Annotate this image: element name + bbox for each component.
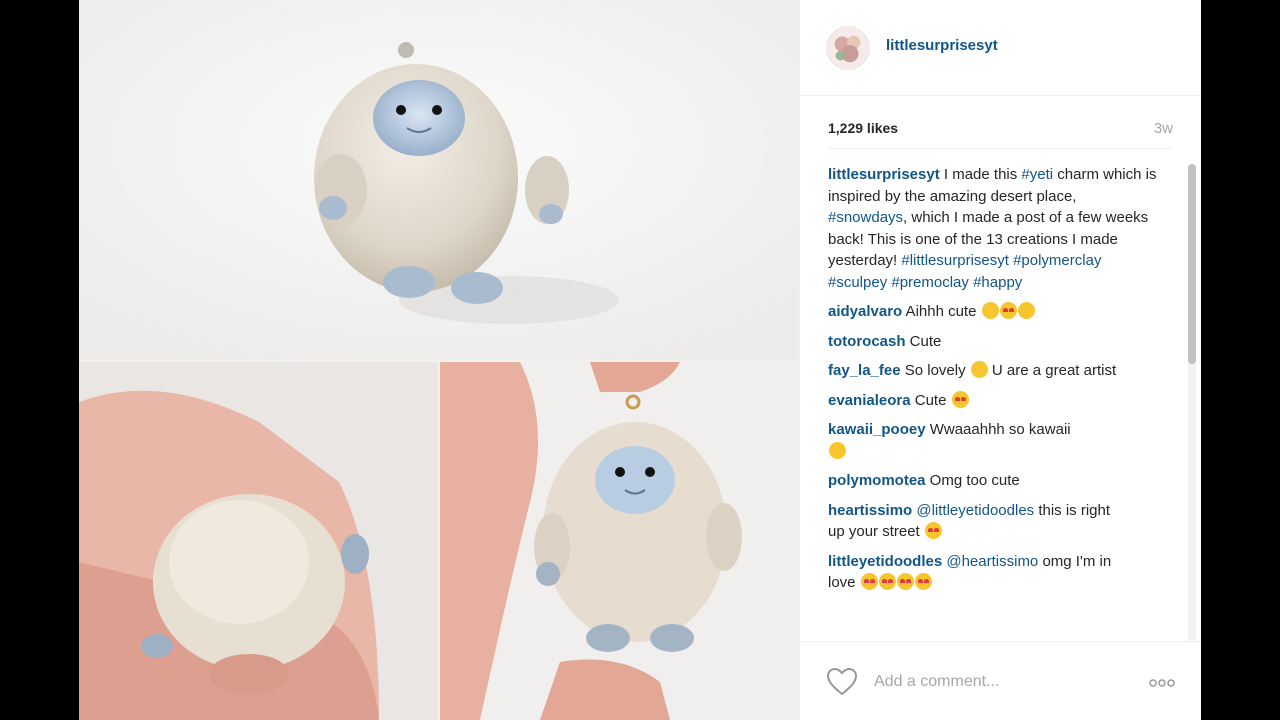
likes-count[interactable]: 1,229 likes (828, 120, 898, 136)
comment-username[interactable]: fay_la_fee (828, 362, 901, 379)
kiss-emoji-icon (999, 302, 1017, 319)
mention-link[interactable]: @heartissimo (946, 553, 1038, 570)
comment-row: heartissimo @littleyetidoodles this is r… (828, 500, 1158, 543)
comment-username[interactable]: evanialeora (828, 392, 911, 409)
post-username[interactable]: littlesurprisesyt (886, 37, 998, 54)
comment-row: evanialeora Cute (828, 390, 1158, 412)
comments-list: littlesurprisesyt I made this #yeti char… (828, 164, 1158, 644)
heart-eyes-emoji-icon (878, 573, 896, 590)
heart-eyes-emoji-icon (951, 390, 969, 408)
instagram-post-frame: littlesurprisesyt 1,229 likes 3w littles… (79, 0, 1201, 720)
hashtag-link[interactable]: #yeti (1021, 166, 1053, 183)
avatar[interactable] (826, 26, 870, 70)
hashtag-link[interactable]: #snowdays (828, 209, 903, 226)
smile-emoji-icon (970, 361, 988, 378)
post-header: littlesurprisesyt (800, 0, 1201, 96)
scroll-thumb[interactable] (1188, 164, 1196, 364)
comment-username[interactable]: aidyalvaro (828, 303, 902, 320)
heart-eyes-emoji-icon (896, 573, 914, 590)
yeti-photo-top-view[interactable] (79, 362, 438, 720)
comment-row: totorocash Cute (828, 331, 1158, 353)
comment-text: So lovely (900, 362, 970, 379)
comment-username[interactable]: kawaii_pooey (828, 421, 926, 438)
caption: littlesurprisesyt I made this #yeti char… (828, 164, 1158, 293)
divider (828, 148, 1173, 149)
comment-composer (800, 641, 1201, 720)
ellipsis-icon[interactable] (1149, 679, 1175, 687)
comment-text: Cute (910, 391, 951, 409)
comment-row: fay_la_fee So lovely U are a great artis… (828, 360, 1158, 382)
photo-collage (79, 0, 799, 720)
yeti-photo-held[interactable] (440, 362, 799, 720)
post-sidebar: littlesurprisesyt 1,229 likes 3w littles… (799, 0, 1201, 720)
comments-scrollbar[interactable] (1188, 164, 1196, 642)
comment-text: U are a great artist (987, 362, 1117, 379)
caption-text: I made this (939, 166, 1022, 183)
comment-username[interactable]: littleyetidoodles (828, 553, 942, 570)
kiss-emoji-icon (924, 522, 942, 539)
comment-text: Cute (905, 332, 942, 350)
comment-text: Aihhh cute (902, 303, 977, 320)
caption-username[interactable]: littlesurprisesyt (828, 166, 940, 183)
comment-username[interactable]: totorocash (828, 333, 906, 350)
comment-row: littleyetidoodles @heartissimo omg I'm i… (828, 551, 1158, 594)
heart-outline-icon[interactable] (826, 667, 858, 697)
smile-emoji-icon (829, 441, 846, 459)
comment-text: Omg too cute (925, 472, 1020, 489)
post-age[interactable]: 3w (1154, 120, 1173, 137)
comment-username[interactable]: heartissimo (828, 502, 912, 519)
grinning-emoji-icon (981, 302, 999, 319)
mention-link[interactable]: @littleyetidoodles (916, 502, 1034, 519)
post-meta: 1,229 likes 3w (828, 118, 1173, 140)
yeti-photo-front[interactable] (79, 0, 799, 360)
add-comment-input[interactable] (874, 669, 1124, 695)
comment-username[interactable]: polymomotea (828, 472, 926, 489)
heart-eyes-emoji-icon (914, 573, 932, 590)
heart-eyes-emoji-icon (860, 573, 878, 590)
comment-text: Wwaaahhh so kawaii (925, 421, 1071, 438)
comment-row: polymomotea Omg too cute (828, 470, 1158, 492)
blush-emoji-icon (1017, 302, 1035, 319)
comment-row: kawaii_pooey Wwaaahhh so kawaii (828, 419, 1158, 462)
comment-row: aidyalvaro Aihhh cute (828, 301, 1158, 323)
